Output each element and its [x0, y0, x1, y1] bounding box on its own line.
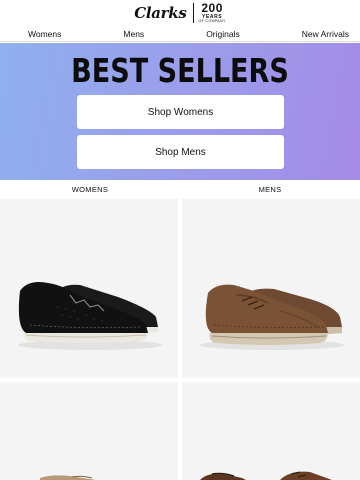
product-tile-mens-1[interactable] — [182, 199, 360, 378]
header: Clarks 200 YEARS OF COMPANY — [0, 0, 360, 26]
nav-originals[interactable]: Originals — [206, 29, 240, 39]
product-tile-womens-1[interactable] — [0, 199, 178, 378]
product-tile-mens-2[interactable] — [182, 382, 360, 480]
hero-title: BEST SELLERS — [71, 51, 289, 90]
brand-divider — [192, 3, 194, 23]
main-nav: Womens Mens Originals New Arrivals — [0, 26, 360, 42]
anniversary-number: 200 — [201, 1, 223, 16]
anniversary-sub: OF COMPANY — [198, 19, 226, 24]
brown-lace-up-shoe-image — [200, 284, 344, 350]
shop-mens-button[interactable]: Shop Mens — [77, 135, 284, 169]
brand-wordmark: Clarks — [134, 4, 187, 22]
hero-banner: BEST SELLERS Shop Womens Shop Mens — [0, 43, 360, 180]
anniversary-badge: 200 YEARS OF COMPANY — [199, 2, 226, 24]
womens-section-label: WOMENS — [71, 185, 109, 194]
nav-new-arrivals[interactable]: New Arrivals — [302, 29, 349, 39]
product-tile-womens-2[interactable] — [0, 382, 178, 480]
tan-shoe-image — [40, 475, 96, 480]
clarks-logo[interactable]: Clarks 200 YEARS OF COMPANY — [134, 2, 226, 24]
nav-mens[interactable]: Mens — [123, 29, 144, 39]
brown-shoe-image — [200, 471, 332, 480]
black-sneaker-image — [18, 282, 162, 350]
nav-womens[interactable]: Womens — [28, 29, 61, 39]
shop-womens-button[interactable]: Shop Womens — [77, 95, 284, 129]
mens-section-label: MENS — [258, 185, 282, 194]
section-labels: WOMENS MENS — [0, 181, 360, 198]
